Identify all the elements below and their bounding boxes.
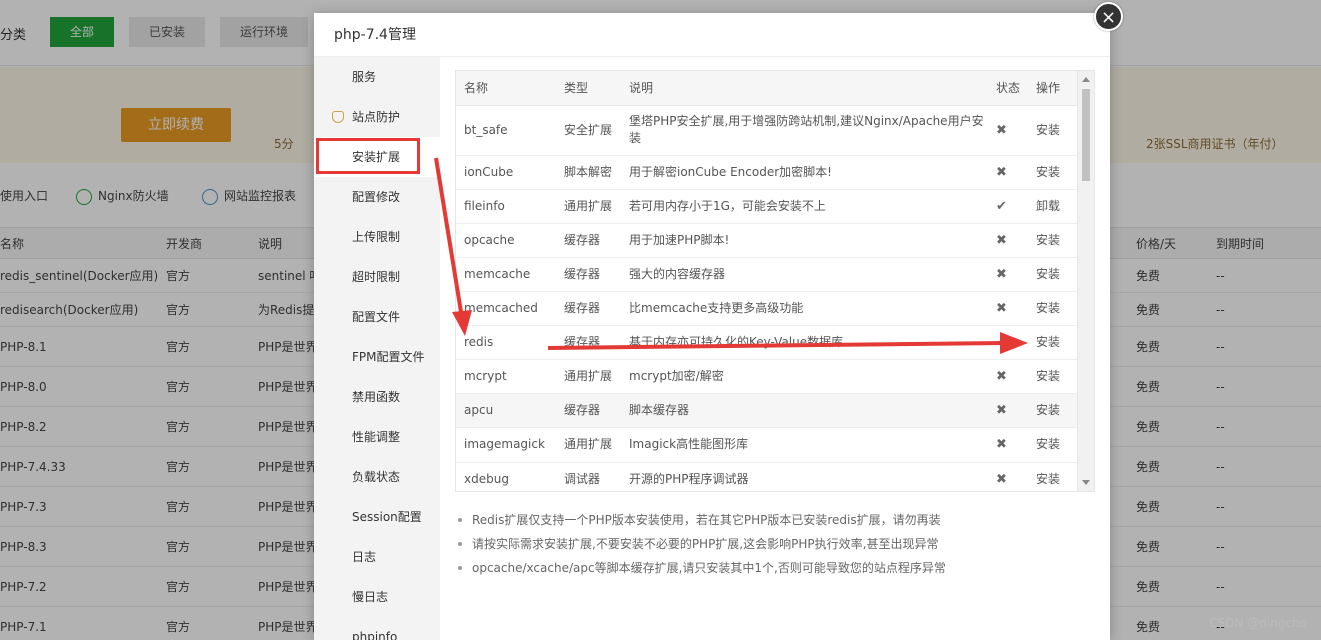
annotation-arrow-down-head <box>452 310 472 336</box>
annotation-arrow-down <box>434 157 464 319</box>
annotation-arrow-right <box>547 341 1006 350</box>
annotation-arrow-right-head <box>1000 332 1028 354</box>
watermark: CSDN @dingcho <box>1209 616 1307 630</box>
annotation-arrows <box>434 157 1028 354</box>
